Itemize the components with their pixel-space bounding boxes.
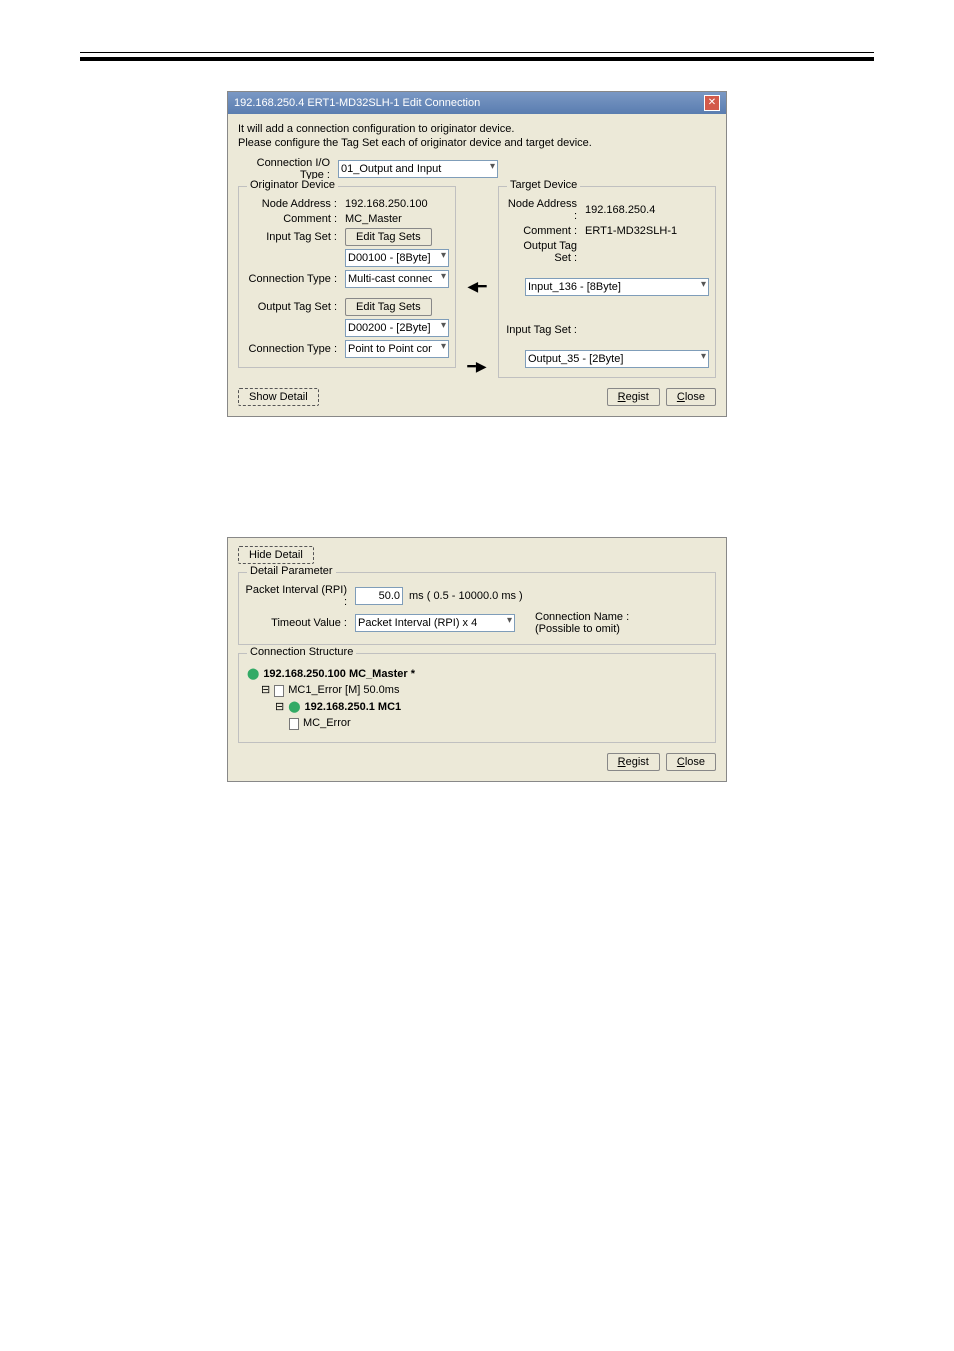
edit-tag-sets-button-2[interactable]: Edit Tag Sets: [345, 298, 432, 316]
orig-conn-type2-select[interactable]: Point to Point connection: [345, 340, 449, 358]
connection-tree[interactable]: ⬤ 192.168.250.100 MC_Master * ⊟ MC1_Erro…: [245, 662, 709, 736]
tgt-input-tag-select[interactable]: Output_35 - [2Byte]: [525, 350, 709, 368]
tgt-comment-label: Comment :: [505, 225, 585, 237]
rpi-unit: ms ( 0.5 - 10000.0 ms ): [409, 590, 523, 602]
arrow-in-icon: ◀━: [466, 277, 488, 295]
intro-text: It will add a connection configuration t…: [238, 122, 716, 151]
conn-name-label: Connection Name : (Possible to omit): [535, 611, 629, 635]
hide-detail-button[interactable]: Hide Detail: [238, 546, 314, 564]
titlebar: 192.168.250.4 ERT1-MD32SLH-1 Edit Connec…: [228, 92, 726, 114]
orig-node-addr-value: 192.168.250.100: [345, 198, 428, 210]
tree-expand-icon[interactable]: ⊟: [275, 699, 284, 716]
intro-line2: Please configure the Tag Set each of ori…: [238, 136, 716, 150]
edit-tag-sets-button-1[interactable]: Edit Tag Sets: [345, 228, 432, 246]
orig-output-tag-label: Output Tag Set :: [245, 301, 345, 313]
intro-line1: It will add a connection configuration t…: [238, 122, 716, 136]
tgt-node-addr-value: 192.168.250.4: [585, 204, 655, 216]
orig-input-tag-label: Input Tag Set :: [245, 231, 345, 243]
tree-expand-icon[interactable]: ⊟: [261, 682, 270, 699]
conn-io-type-select[interactable]: 01_Output and Input: [338, 160, 498, 178]
orig-conn-type-label: Connection Type :: [245, 273, 345, 285]
tgt-output-tag-select[interactable]: Input_136 - [8Byte]: [525, 278, 709, 296]
connection-structure-group: Connection Structure ⬤ 192.168.250.100 M…: [238, 653, 716, 743]
node-icon: ⬤: [288, 699, 300, 716]
detail-parameter-group: Detail Parameter Packet Interval (RPI) :…: [238, 572, 716, 645]
tgt-node-addr-label: Node Address :: [505, 198, 585, 222]
regist-button[interactable]: Regist: [607, 388, 660, 406]
orig-input-tag-select[interactable]: D00100 - [8Byte]: [345, 249, 449, 267]
originator-group-title: Originator Device: [247, 179, 338, 191]
tree-node-2[interactable]: MC1_Error [M] 50.0ms: [288, 682, 399, 699]
close-icon[interactable]: ✕: [704, 95, 720, 111]
tree-node-4[interactable]: MC_Error: [303, 715, 351, 732]
detail-parameter-title: Detail Parameter: [247, 565, 336, 577]
close-button-2[interactable]: Close: [666, 753, 716, 771]
orig-comment-value: MC_Master: [345, 213, 402, 225]
arrow-out-icon: ━▶: [466, 357, 488, 375]
edit-connection-dialog: 192.168.250.4 ERT1-MD32SLH-1 Edit Connec…: [227, 91, 727, 417]
node-icon: ⬤: [247, 666, 259, 683]
orig-conn-type-select[interactable]: Multi-cast connection: [345, 270, 449, 288]
show-detail-button[interactable]: Show Detail: [238, 388, 319, 406]
arrow-column: ◀━ ━▶: [462, 184, 492, 378]
orig-conn-type2-label: Connection Type :: [245, 343, 345, 355]
rpi-input[interactable]: [355, 587, 403, 605]
timeout-label: Timeout Value :: [245, 617, 355, 629]
conn-io-type-label: Connection I/O Type :: [238, 157, 338, 181]
close-button[interactable]: Close: [666, 388, 716, 406]
tgt-comment-value: ERT1-MD32SLH-1: [585, 225, 677, 237]
target-group-title: Target Device: [507, 179, 580, 191]
timeout-select[interactable]: Packet Interval (RPI) x 4: [355, 614, 515, 632]
rpi-label: Packet Interval (RPI) :: [245, 584, 355, 608]
tgt-input-tag-label: Input Tag Set :: [505, 324, 585, 336]
connection-structure-title: Connection Structure: [247, 646, 356, 658]
detail-panel: Hide Detail Detail Parameter Packet Inte…: [227, 537, 727, 782]
tgt-output-tag-label: Output Tag Set :: [505, 240, 585, 264]
orig-output-tag-select[interactable]: D00200 - [2Byte]: [345, 319, 449, 337]
doc-icon: [289, 718, 299, 730]
tree-node-3[interactable]: 192.168.250.1 MC1: [305, 699, 402, 716]
dialog-title: 192.168.250.4 ERT1-MD32SLH-1 Edit Connec…: [234, 97, 480, 109]
target-group: Target Device Node Address : 192.168.250…: [498, 186, 716, 378]
regist-button-2[interactable]: Regist: [607, 753, 660, 771]
tree-node-root[interactable]: 192.168.250.100 MC_Master *: [263, 666, 415, 683]
orig-node-addr-label: Node Address :: [245, 198, 345, 210]
originator-group: Originator Device Node Address : 192.168…: [238, 186, 456, 368]
orig-comment-label: Comment :: [245, 213, 345, 225]
doc-icon: [274, 685, 284, 697]
